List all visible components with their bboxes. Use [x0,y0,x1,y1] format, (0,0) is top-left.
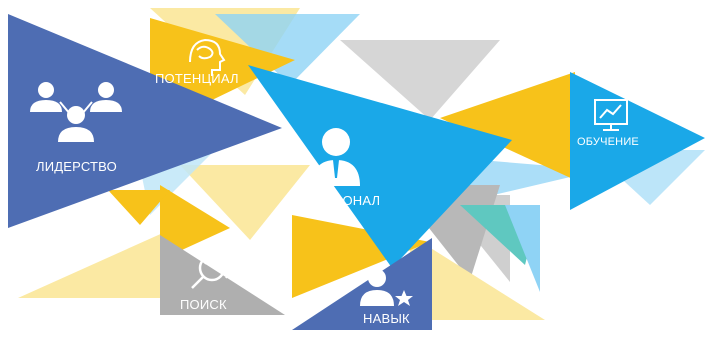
label-training: ОБУЧЕНИЕ [577,136,639,148]
label-potential: ПОТЕНЦИАЛ [155,71,239,86]
label-personnel: ПЕРСОНАЛ [306,193,380,208]
label-skill: НАВЫК [363,311,410,326]
label-leadership: ЛИДЕРСТВО [36,159,117,174]
label-search: ПОИСК [180,297,227,312]
triangles-composition: ЛИДЕРСТВО ПОТЕНЦИАЛ ПЕРСОНАЛ ОБУЧЕНИЕ ПО… [8,8,705,330]
infographic-canvas: ЛИДЕРСТВО ПОТЕНЦИАЛ ПЕРСОНАЛ ОБУЧЕНИЕ ПО… [0,0,714,347]
pale-yellow-triangle [18,232,170,298]
